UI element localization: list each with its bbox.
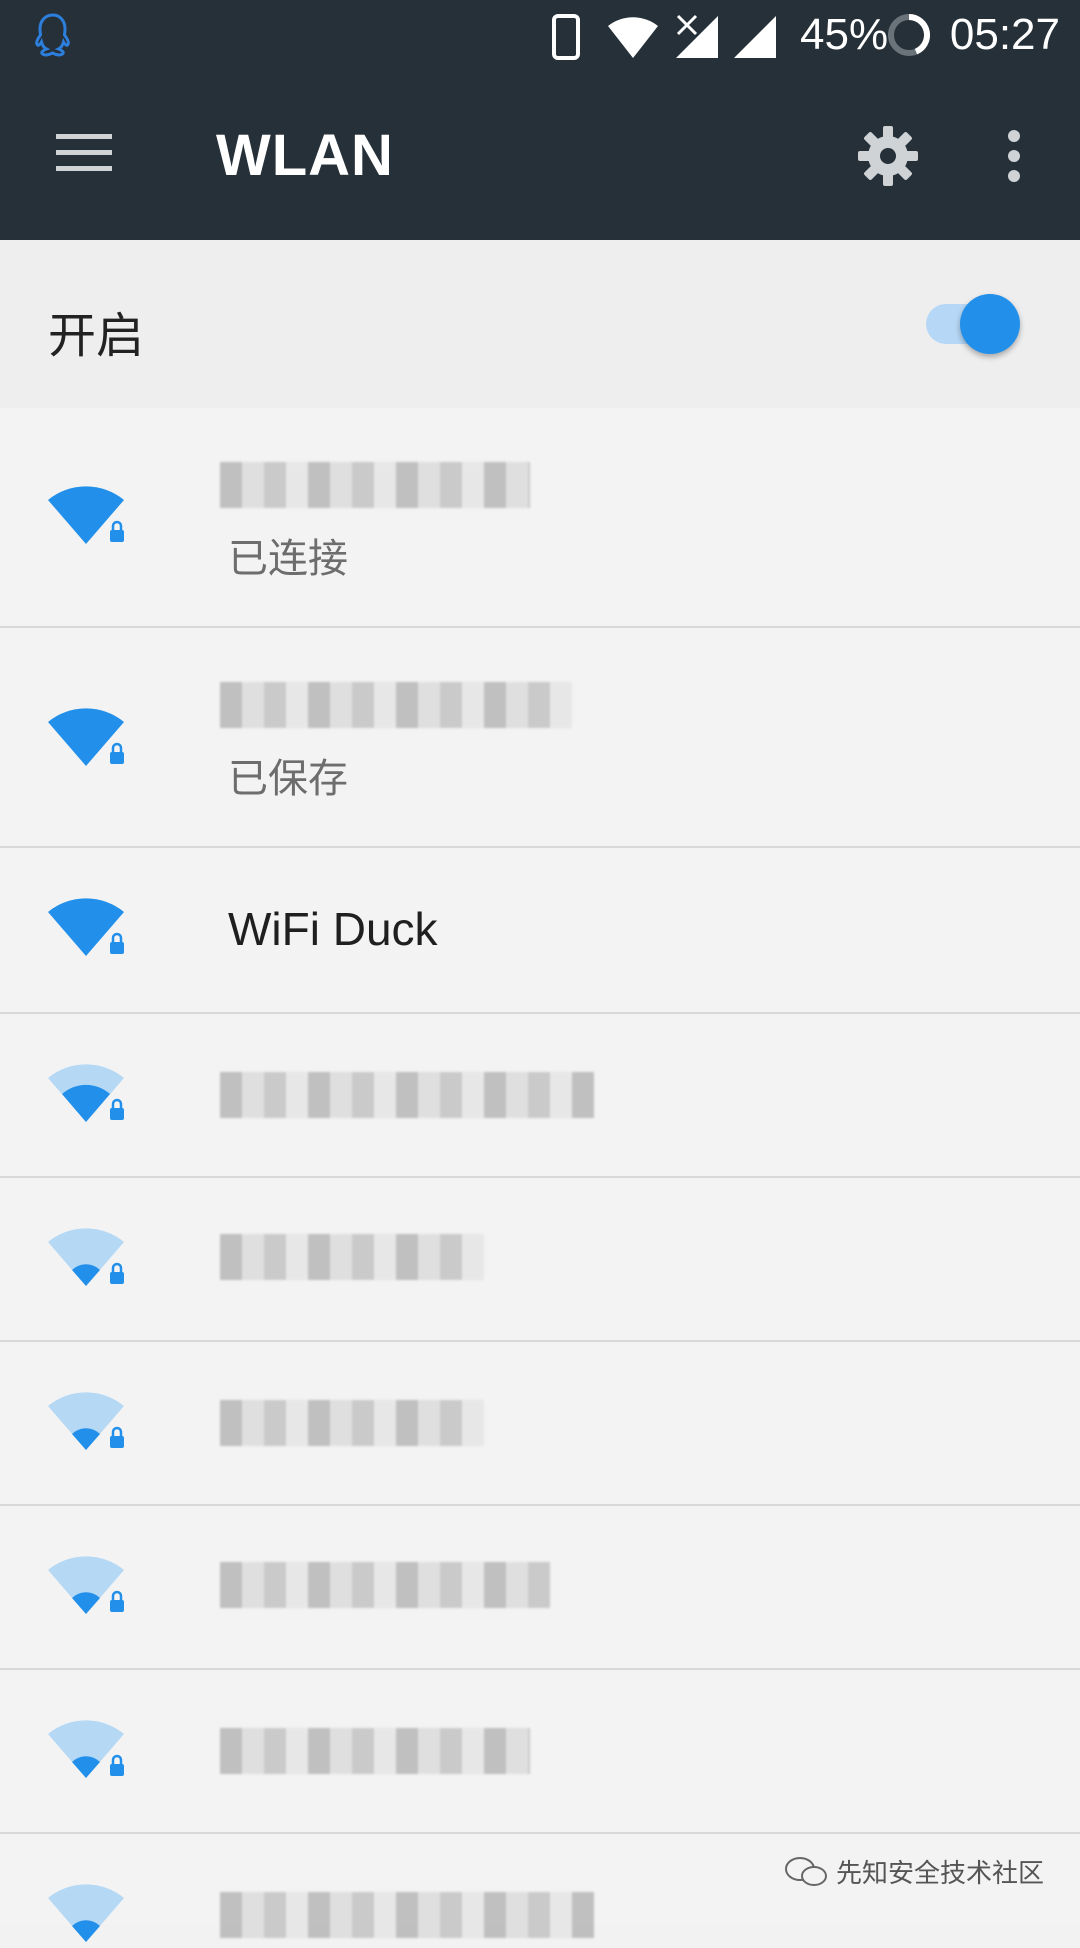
battery-percent: 45% [800, 10, 889, 59]
obscured-network-name [220, 1072, 594, 1118]
obscured-network-name [220, 1892, 594, 1938]
network-item[interactable] [0, 1670, 1080, 1834]
battery-ring-icon [888, 13, 931, 56]
watermark-text: 先知安全技术社区 [835, 1859, 1044, 1889]
network-item[interactable] [0, 1506, 1080, 1670]
obscured-network-name [220, 462, 530, 508]
network-item[interactable] [0, 1342, 1080, 1506]
network-name: WiFi Duck [228, 903, 438, 955]
network-status: 已保存 [228, 756, 348, 802]
wifi-weak-secured-icon [48, 1720, 124, 1778]
wifi-weak-secured-icon [48, 1228, 124, 1286]
more-vert-icon[interactable] [1002, 130, 1026, 182]
network-item[interactable]: 已保存 [0, 628, 1080, 848]
wlan-switch-row[interactable]: 开启 [0, 240, 1080, 408]
network-item[interactable] [0, 1014, 1080, 1178]
obscured-network-name [220, 1234, 484, 1280]
network-item[interactable]: WiFi Duck [0, 848, 1080, 1014]
obscured-network-name [220, 1562, 550, 1608]
wifi-strong-secured-icon [48, 708, 124, 766]
network-list: 已连接 已保存 WiFi Duck [0, 408, 1080, 1942]
wifi-strong-secured-icon [48, 898, 124, 956]
gear-icon[interactable] [856, 124, 920, 188]
obscured-network-name [220, 1400, 484, 1446]
wifi-weak-secured-icon [48, 1392, 124, 1450]
obscured-network-name [220, 682, 572, 728]
obscured-network-name [220, 1728, 530, 1774]
wifi-weak-secured-icon [48, 1884, 124, 1942]
qq-icon [35, 13, 70, 57]
wlan-switch-label: 开启 [48, 308, 145, 364]
wifi-signal-icon [608, 17, 658, 58]
app-toolbar: WLAN [0, 72, 1080, 240]
page-title: WLAN [216, 123, 394, 188]
cell-signal-icon [734, 16, 776, 58]
wlan-toggle-thumb[interactable] [960, 294, 1020, 354]
wifi-medium-secured-icon [48, 1064, 124, 1122]
network-item[interactable] [0, 1178, 1080, 1342]
hamburger-menu-icon[interactable] [56, 132, 112, 174]
wifi-weak-secured-icon [48, 1556, 124, 1614]
cell-signal-icon [676, 16, 718, 58]
wechat-icon [784, 1856, 827, 1886]
clock: 05:27 [949, 10, 1060, 59]
network-status: 已连接 [228, 536, 348, 582]
watermark: 先知安全技术社区 [784, 1853, 1044, 1890]
wifi-strong-secured-icon [48, 486, 124, 544]
phone-icon [552, 14, 580, 60]
status-bar: 45% 05:27 [0, 0, 1080, 72]
network-item[interactable]: 已连接 [0, 408, 1080, 628]
